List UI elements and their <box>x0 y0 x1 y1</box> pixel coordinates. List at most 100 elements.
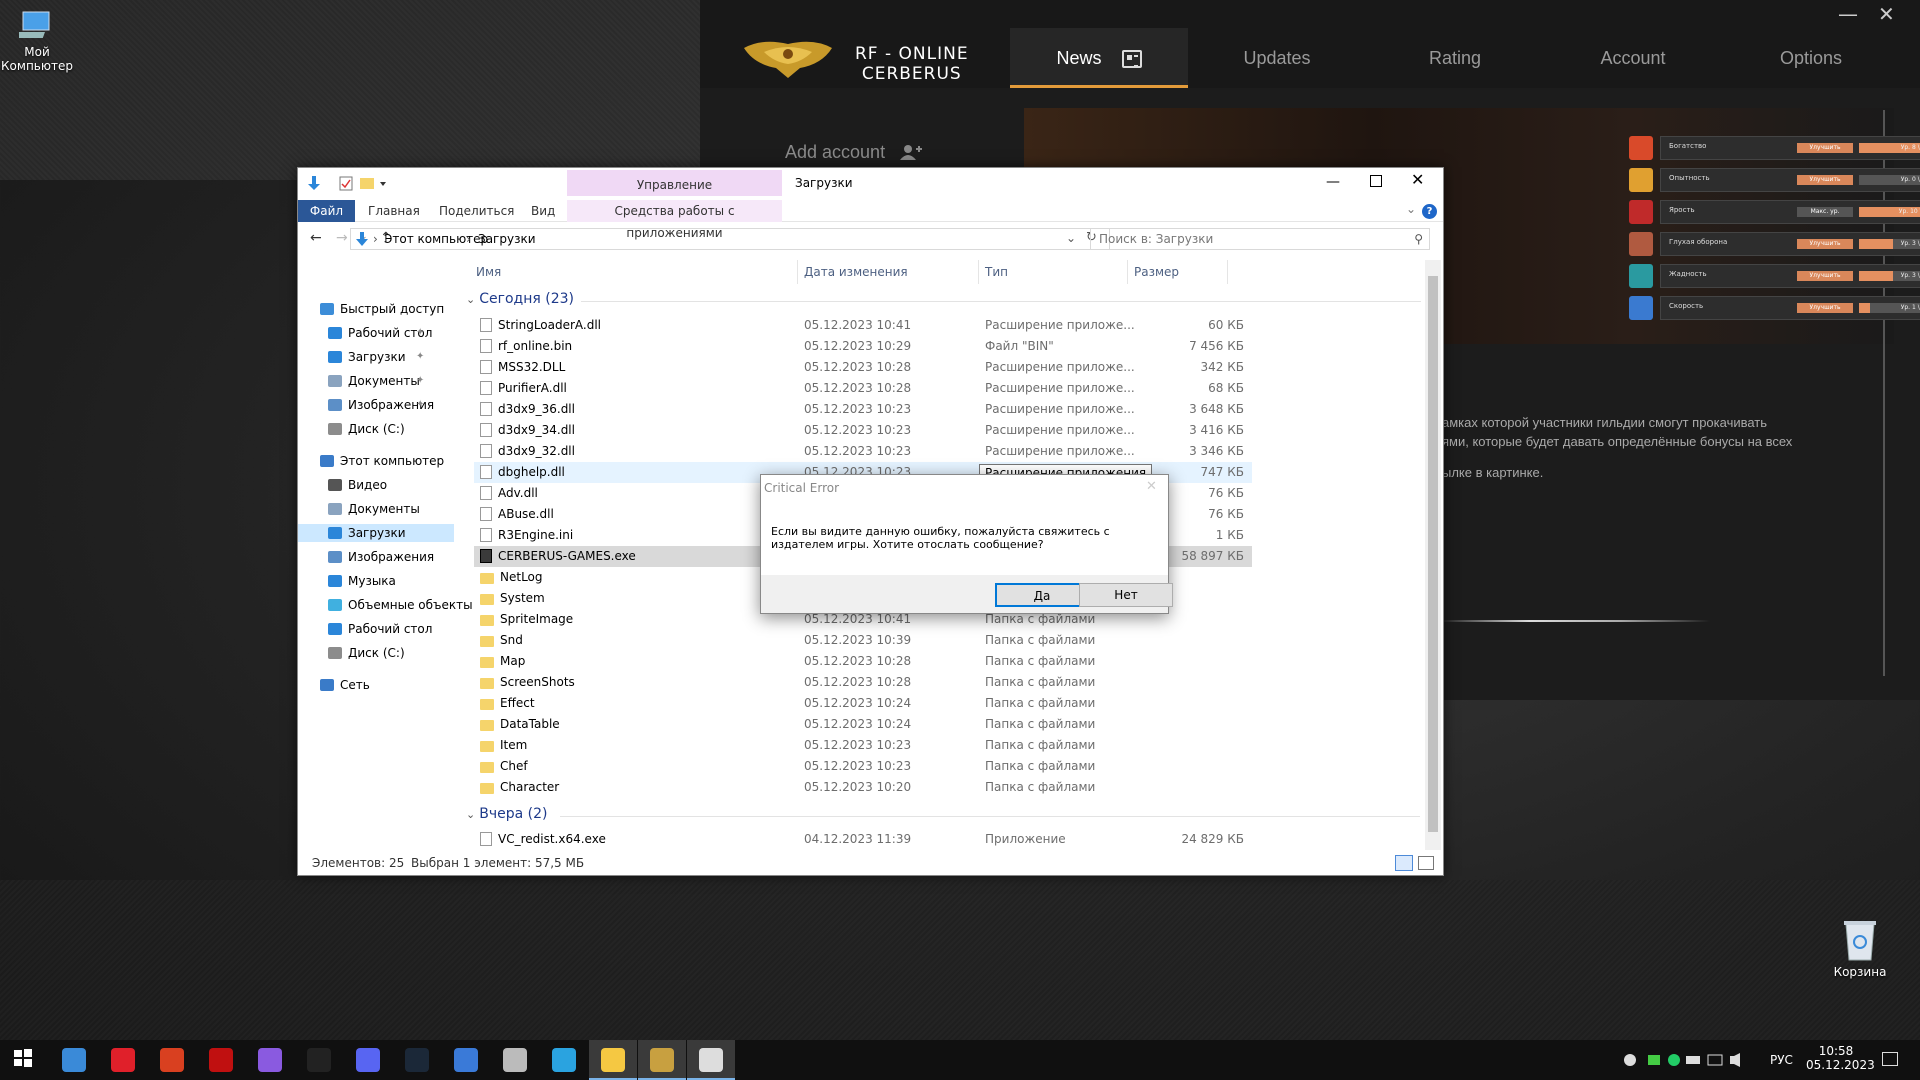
taskbar-windows-start-icon[interactable] <box>13 1048 37 1072</box>
stat-upgrade-button[interactable]: Улучшить <box>1797 175 1853 185</box>
taskbar-cerberus-icon[interactable] <box>650 1048 674 1072</box>
language-indicator[interactable]: РУС <box>1770 1053 1793 1067</box>
forward-button[interactable]: → <box>336 230 348 246</box>
file-row[interactable]: rf_online.bin 05.12.2023 10:29 Файл "BIN" 7… <box>474 336 1252 357</box>
taskbar-ccleaner-icon[interactable] <box>160 1048 184 1072</box>
nav-item[interactable]: Документы <box>328 500 420 518</box>
scrollbar-thumb[interactable] <box>1428 276 1438 832</box>
file-row[interactable]: Effect 05.12.2023 10:24 Папка с файлами <box>474 693 1252 714</box>
address-dropdown-icon[interactable]: ⌄ <box>1066 231 1076 245</box>
file-row[interactable]: d3dx9_36.dll 05.12.2023 10:23 Расширение п… <box>474 399 1252 420</box>
notifications-icon[interactable] <box>1882 1052 1898 1066</box>
ribbon-tab-home[interactable]: Главная <box>368 200 420 222</box>
desktop-icon-my-computer[interactable]: Мой Компьютер <box>0 10 77 73</box>
explorer-minimize-button[interactable]: — <box>1326 174 1340 190</box>
taskbar-opera-icon[interactable] <box>111 1048 135 1072</box>
stat-upgrade-button[interactable]: Улучшить <box>1797 143 1853 153</box>
file-row[interactable]: PurifierA.dll 05.12.2023 10:28 Расширение … <box>474 378 1252 399</box>
breadcrumb-this-pc[interactable]: Этот компьютер <box>384 232 488 246</box>
ribbon-tab-share[interactable]: Поделиться <box>439 200 514 222</box>
nav-item[interactable]: Диск (C:) <box>328 420 405 438</box>
stat-upgrade-button[interactable]: Улучшить <box>1797 271 1853 281</box>
dialog-yes-button[interactable]: Да <box>995 583 1089 607</box>
file-row[interactable]: d3dx9_34.dll 05.12.2023 10:23 Расширение п… <box>474 420 1252 441</box>
dialog-close-button[interactable]: ✕ <box>1146 479 1157 494</box>
file-row[interactable]: StringLoaderA.dll 05.12.2023 10:41 Расшире… <box>474 315 1252 336</box>
nav-item[interactable]: Рабочий стол <box>328 620 432 638</box>
file-row[interactable]: DataTable 05.12.2023 10:24 Папка с файлами <box>474 714 1252 735</box>
file-row[interactable]: Item 05.12.2023 10:23 Папка с файлами <box>474 735 1252 756</box>
tiles-view-icon[interactable] <box>1418 856 1434 870</box>
nav-item[interactable]: Диск (C:) <box>328 644 405 662</box>
nav-item[interactable]: Сеть <box>320 676 370 694</box>
tab-account[interactable]: Account <box>1544 28 1722 88</box>
file-row[interactable]: Character 05.12.2023 10:20 Папка с файлами <box>474 777 1252 798</box>
ribbon-tab-file[interactable]: Файл <box>298 200 355 222</box>
column-name[interactable]: Имя <box>476 260 501 284</box>
address-bar[interactable]: › Этот компьютер › Загрузки ⌄ ↻ <box>350 228 1110 250</box>
taskbar-steam-icon[interactable] <box>405 1048 429 1072</box>
taskbar-file-explorer-icon[interactable] <box>601 1048 625 1072</box>
tab-options[interactable]: Options <box>1722 28 1900 88</box>
taskbar-browser-icon[interactable] <box>454 1048 478 1072</box>
launcher-scrollbar[interactable] <box>1883 110 1885 676</box>
breadcrumb-downloads[interactable]: Загрузки <box>478 232 536 246</box>
column-date[interactable]: Дата изменения <box>804 260 908 284</box>
file-row[interactable]: Chef 05.12.2023 10:23 Папка с файлами <box>474 756 1252 777</box>
group-today[interactable]: ⌄ Сегодня (23) <box>466 291 574 311</box>
launcher-close-button[interactable]: ✕ <box>1878 2 1895 26</box>
nav-item[interactable]: Видео <box>328 476 387 494</box>
manage-tab[interactable]: Управление <box>567 170 782 196</box>
nav-item[interactable]: Загрузки ✦ <box>328 348 424 366</box>
taskbar-cerberus2-icon[interactable] <box>699 1048 723 1072</box>
column-size[interactable]: Размер <box>1134 260 1179 284</box>
nav-item[interactable]: Этот компьютер <box>320 452 444 470</box>
nav-item[interactable]: Быстрый доступ <box>320 300 444 318</box>
nav-item[interactable]: Музыка <box>328 572 396 590</box>
nav-item[interactable]: Документы ✦ <box>328 372 424 390</box>
nav-item[interactable]: Загрузки <box>298 524 454 542</box>
desktop-icon-recycle-bin[interactable]: Корзина <box>1820 918 1900 979</box>
taskbar-telegram-icon[interactable] <box>552 1048 576 1072</box>
ribbon-expand-icon[interactable]: ⌄ <box>1406 202 1416 216</box>
tray-icons[interactable] <box>1622 1052 1752 1071</box>
back-button[interactable]: ← <box>310 230 322 246</box>
taskbar-my-computer-icon[interactable] <box>62 1048 86 1072</box>
stat-upgrade-button[interactable]: Улучшить <box>1797 239 1853 249</box>
taskbar-epic-games-icon[interactable] <box>307 1048 331 1072</box>
file-row[interactable]: Map 05.12.2023 10:28 Папка с файлами <box>474 651 1252 672</box>
explorer-close-button[interactable]: ✕ <box>1411 170 1424 189</box>
file-type: Папка с файлами <box>985 654 1096 668</box>
file-row[interactable]: MSS32.DLL 05.12.2023 10:28 Расширение прил… <box>474 357 1252 378</box>
stat-upgrade-button[interactable]: Улучшить <box>1797 303 1853 313</box>
group-yesterday[interactable]: ⌄ Вчера (2) <box>466 806 547 826</box>
ribbon-tab-view[interactable]: Вид <box>531 200 555 222</box>
nav-item[interactable]: Изображения ✦ <box>328 396 434 414</box>
launcher-minimize-button[interactable]: — <box>1838 2 1858 26</box>
file-row[interactable]: ScreenShots 05.12.2023 10:28 Папка с файла… <box>474 672 1252 693</box>
stat-upgrade-button[interactable]: Макс. ур. <box>1797 207 1853 217</box>
clock[interactable]: 10:58 05.12.2023 <box>1806 1044 1875 1072</box>
column-type[interactable]: Тип <box>985 260 1008 284</box>
nav-item[interactable]: Рабочий стол ✦ <box>328 324 432 342</box>
taskbar-bloody-icon[interactable] <box>209 1048 233 1072</box>
search-input[interactable]: Поиск в: Загрузки ⚲ <box>1090 228 1430 250</box>
explorer-maximize-button[interactable] <box>1370 175 1382 187</box>
file-row[interactable]: d3dx9_32.dll 05.12.2023 10:23 Расширение п… <box>474 441 1252 462</box>
add-account-button[interactable]: Add account <box>785 142 923 163</box>
tab-news[interactable]: News <box>1010 28 1188 88</box>
nav-folder-icon <box>328 527 342 539</box>
file-row[interactable]: VC_redist.x64.exe 04.12.2023 11:39 Приложе… <box>474 829 1252 850</box>
taskbar-twitch-icon[interactable] <box>258 1048 282 1072</box>
nav-item[interactable]: Объемные объекты <box>328 596 473 614</box>
tab-updates[interactable]: Updates <box>1188 28 1366 88</box>
dialog-no-button[interactable]: Нет <box>1079 583 1173 607</box>
tab-rating[interactable]: Rating <box>1366 28 1544 88</box>
details-view-icon[interactable] <box>1395 855 1413 871</box>
nav-item[interactable]: Изображения <box>328 548 434 566</box>
taskbar-roblox-icon[interactable] <box>503 1048 527 1072</box>
help-icon[interactable]: ? <box>1422 204 1437 219</box>
file-row[interactable]: Snd 05.12.2023 10:39 Папка с файлами <box>474 630 1252 651</box>
taskbar-discord-icon[interactable] <box>356 1048 380 1072</box>
ribbon-tab-app-tools[interactable]: Средства работы с приложениями <box>567 200 782 240</box>
